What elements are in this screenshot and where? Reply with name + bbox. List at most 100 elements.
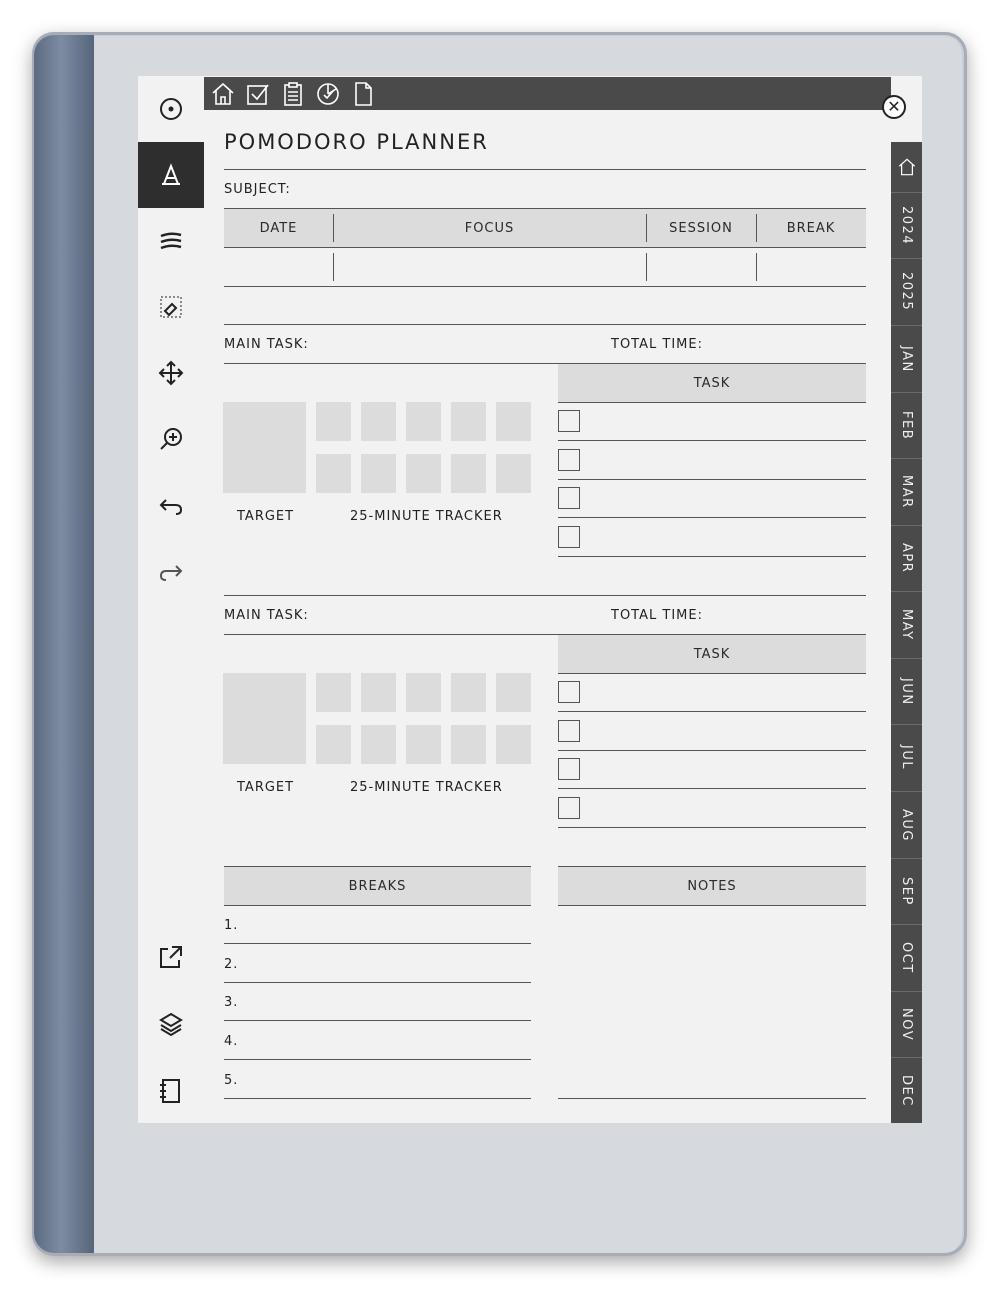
task-checkbox[interactable] [558,797,580,819]
tracker-box[interactable] [361,673,396,712]
column-header: SESSION [669,220,733,236]
tracker-box[interactable] [406,725,441,764]
break-line [224,1098,531,1099]
side-tab-label: DEC [899,1074,914,1107]
stroke-icon[interactable] [138,208,204,274]
side-tab-jul[interactable]: JUL [891,725,922,792]
side-tab-label: JUN [899,677,914,706]
clipboard-icon[interactable] [280,81,306,107]
side-tab-may[interactable]: MAY [891,592,922,659]
tracker-box[interactable] [451,454,486,493]
side-tab-dec[interactable]: DEC [891,1058,922,1123]
target-label: TARGET [237,509,295,524]
side-tab-label: FEB [899,410,914,441]
side-tab-label: MAY [899,609,914,641]
task-checkbox[interactable] [558,410,580,432]
subject-label: SUBJECT: [224,182,291,197]
side-tab-apr[interactable]: APR [891,526,922,592]
break-line [224,1059,531,1060]
tracker-box[interactable] [451,725,486,764]
side-tab-nov[interactable]: NOV [891,992,922,1058]
pen-tool-icon[interactable] [138,142,204,208]
side-tab-feb[interactable]: FEB [891,393,922,459]
task-checkbox[interactable] [558,758,580,780]
home-icon[interactable] [210,81,236,107]
column-divider [333,253,334,281]
column-header: FOCUS [464,220,515,236]
break-line [224,943,531,944]
side-tab-home[interactable] [891,142,922,193]
target-box[interactable] [223,673,306,764]
zoom-icon[interactable] [138,406,204,472]
side-tab-label: JUL [899,745,914,771]
task-checkbox[interactable] [558,526,580,548]
side-tab-jan[interactable]: JAN [891,326,922,393]
table-row-line [224,286,866,287]
move-icon[interactable] [138,340,204,406]
task-header: TASK [558,634,866,674]
undo-icon[interactable] [138,472,204,538]
tablet-spine [34,35,94,1253]
side-tab-jun[interactable]: JUN [891,659,922,725]
planner-page: POMODORO PLANNER SUBJECT: DATE FOCUS SES… [204,110,891,1123]
break-line [224,1020,531,1021]
tracker-box[interactable] [496,725,531,764]
side-tab-label: 2025 [899,272,914,312]
session-table-header: DATE FOCUS SESSION BREAK [224,208,866,248]
task-line [558,517,866,518]
main-task-label: MAIN TASK: [224,608,309,623]
task-checkbox[interactable] [558,681,580,703]
tracker-box[interactable] [496,454,531,493]
share-icon[interactable] [138,924,204,990]
tracker-box[interactable] [361,454,396,493]
side-tab-oct[interactable]: OCT [891,925,922,992]
main-task-label: MAIN TASK: [224,337,309,352]
side-tab-label: OCT [899,942,914,974]
task-checkbox[interactable] [558,720,580,742]
side-tab-2025[interactable]: 2025 [891,259,922,326]
tracker-box[interactable] [496,673,531,712]
tracker-box[interactable] [316,454,351,493]
task-line [558,479,866,480]
break-item-label: 3. [224,995,239,1010]
eraser-icon[interactable] [138,274,204,340]
column-divider [756,214,757,242]
task-line [558,440,866,441]
side-tab-sep[interactable]: SEP [891,859,922,925]
column-divider [333,214,334,242]
target-label: TARGET [237,780,295,795]
task-checkbox[interactable] [558,487,580,509]
side-tab-2024[interactable]: 2024 [891,193,922,259]
side-tab-mar[interactable]: MAR [891,459,922,526]
task-line [558,556,866,557]
tracker-box[interactable] [361,402,396,441]
checkbox-icon[interactable] [245,81,271,107]
side-tabs: 2024 2025 JAN FEB MAR APR MAY JUN JUL AU… [891,142,922,1123]
tracker-box[interactable] [496,402,531,441]
side-tab-label: AUG [899,808,914,842]
notebook-icon[interactable] [138,1058,204,1124]
task-checkbox[interactable] [558,449,580,471]
side-tab-aug[interactable]: AUG [891,792,922,859]
tracker-box[interactable] [406,454,441,493]
tracker-box[interactable] [316,673,351,712]
break-item-label: 5. [224,1073,239,1088]
tracker-box[interactable] [361,725,396,764]
page-icon[interactable] [350,81,376,107]
tracker-box[interactable] [316,402,351,441]
total-time-label: TOTAL TIME: [611,608,703,623]
left-toolbar [138,76,204,1123]
layers-icon[interactable] [138,991,204,1057]
chart-icon[interactable] [315,81,341,107]
tracker-box[interactable] [451,673,486,712]
target-box[interactable] [223,402,306,493]
tracker-box[interactable] [451,402,486,441]
tracker-box[interactable] [316,725,351,764]
task-line [558,827,866,828]
redo-icon[interactable] [138,538,204,604]
side-tab-label: NOV [899,1007,914,1042]
tracker-box[interactable] [406,402,441,441]
top-nav-bar [204,77,891,110]
tracker-box[interactable] [406,673,441,712]
menu-circle-icon[interactable] [138,76,204,142]
